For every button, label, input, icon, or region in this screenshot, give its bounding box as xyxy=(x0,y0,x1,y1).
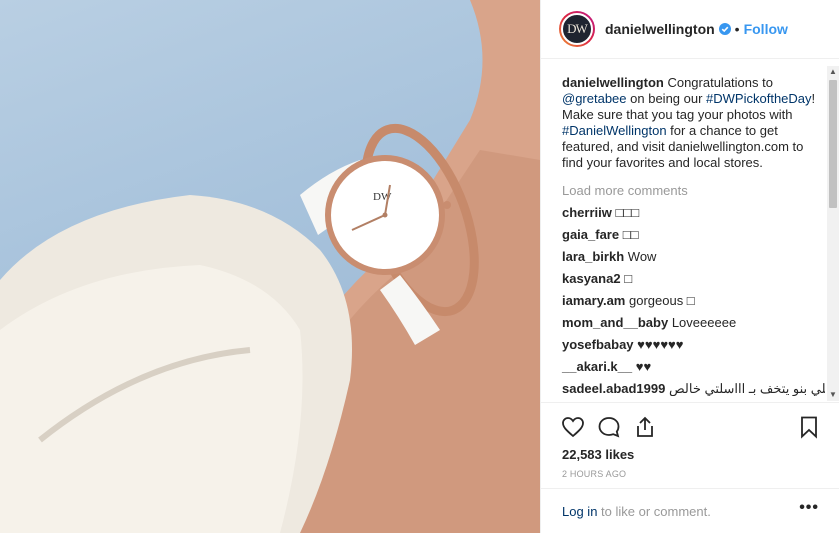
comment-text: □□□ xyxy=(615,205,640,220)
comment-username[interactable]: lara_birkh xyxy=(562,249,624,264)
comments-list[interactable]: danielwellington Congratulations to @gre… xyxy=(541,66,825,396)
caption-hashtag[interactable]: #DanielWellington xyxy=(562,123,667,138)
post-timestamp[interactable]: 2 HOURS AGO xyxy=(562,469,626,479)
post-side-panel: DW danielwellington • Follow danielwelli… xyxy=(540,0,839,533)
likes-count[interactable]: 22,583 likes xyxy=(562,447,634,462)
post-header: DW danielwellington • Follow xyxy=(541,0,839,59)
comment-username[interactable]: sadeel.abad1999 xyxy=(562,381,665,396)
login-link[interactable]: Log in xyxy=(562,504,597,519)
comments-scrollbar[interactable]: ▲ ▼ xyxy=(827,66,839,401)
comment-text: Loveeeeee xyxy=(671,315,737,330)
comment-username[interactable]: gaia_fare xyxy=(562,227,619,242)
avatar[interactable]: DW xyxy=(559,11,595,47)
header-separator: • xyxy=(734,21,740,37)
header-username[interactable]: danielwellington xyxy=(605,21,715,37)
comment-item: cherriiw □□□ xyxy=(562,205,825,221)
comment-item: lara_birkh Wow xyxy=(562,249,825,265)
comment-item: kasyana2 □ xyxy=(562,271,825,287)
scrollbar-thumb[interactable] xyxy=(829,80,837,208)
comment-username[interactable]: yosefbabay xyxy=(562,337,634,352)
comment-item: gaia_fare □□ xyxy=(562,227,825,243)
comment-item: yosefbabay ♥♥♥♥♥♥ xyxy=(562,337,825,353)
comment-text: gorgeous □ xyxy=(628,293,695,308)
comment-item: mom_and__baby Loveeeeee xyxy=(562,315,825,331)
more-options-icon[interactable]: ••• xyxy=(799,499,819,517)
watch-wrist-image: DW xyxy=(0,0,540,533)
post-photo[interactable]: DW xyxy=(0,0,540,533)
caption-mention[interactable]: @gretabee xyxy=(562,91,627,106)
scroll-up-arrow-icon[interactable]: ▲ xyxy=(827,66,839,78)
caption-hashtag[interactable]: #DWPickoftheDay xyxy=(706,91,811,106)
action-bar xyxy=(541,402,839,449)
login-prompt: Log in to like or comment. xyxy=(562,504,711,519)
verified-badge-icon xyxy=(718,23,731,35)
comment-item: __akari.k__ ♥♥ xyxy=(562,359,825,375)
avatar-logo: DW xyxy=(561,13,593,45)
caption-text: on being our xyxy=(626,91,707,106)
follow-button[interactable]: Follow xyxy=(744,21,788,37)
post-caption: danielwellington Congratulations to @gre… xyxy=(562,75,825,171)
comment-text: ♥♥♥♥♥♥ xyxy=(637,337,684,352)
comment-username[interactable]: __akari.k__ xyxy=(562,359,632,374)
comment-username[interactable]: cherriiw xyxy=(562,205,612,220)
comment-username[interactable]: mom_and__baby xyxy=(562,315,668,330)
comment-username[interactable]: kasyana2 xyxy=(562,271,621,286)
comment-footer: Log in to like or comment. ••• xyxy=(541,488,839,534)
comment-text: اللي بنو يتخف بـ اااسلتي خالص xyxy=(668,381,825,396)
comment-username[interactable]: iamary.am xyxy=(562,293,625,308)
load-more-comments-button[interactable]: Load more comments xyxy=(562,183,825,199)
comment-text: ♥♥ xyxy=(635,359,652,374)
instagram-post: DW DW danielwellington • Follow danielwe… xyxy=(0,0,839,533)
comment-text: □ xyxy=(624,271,633,286)
scroll-down-arrow-icon[interactable]: ▼ xyxy=(827,389,839,401)
caption-text: Congratulations to xyxy=(663,75,773,90)
comment-text: Wow xyxy=(627,249,657,264)
login-prompt-text: to like or comment. xyxy=(597,504,711,519)
comment-icon[interactable] xyxy=(597,415,621,439)
heart-icon[interactable] xyxy=(561,415,585,439)
caption-username[interactable]: danielwellington xyxy=(562,75,664,90)
comment-item: sadeel.abad1999 اللي بنو يتخف بـ اااسلتي… xyxy=(562,381,825,396)
share-icon[interactable] xyxy=(633,415,657,439)
comment-item: iamary.am gorgeous □ xyxy=(562,293,825,309)
comment-text: □□ xyxy=(622,227,639,242)
bookmark-icon[interactable] xyxy=(797,415,821,439)
